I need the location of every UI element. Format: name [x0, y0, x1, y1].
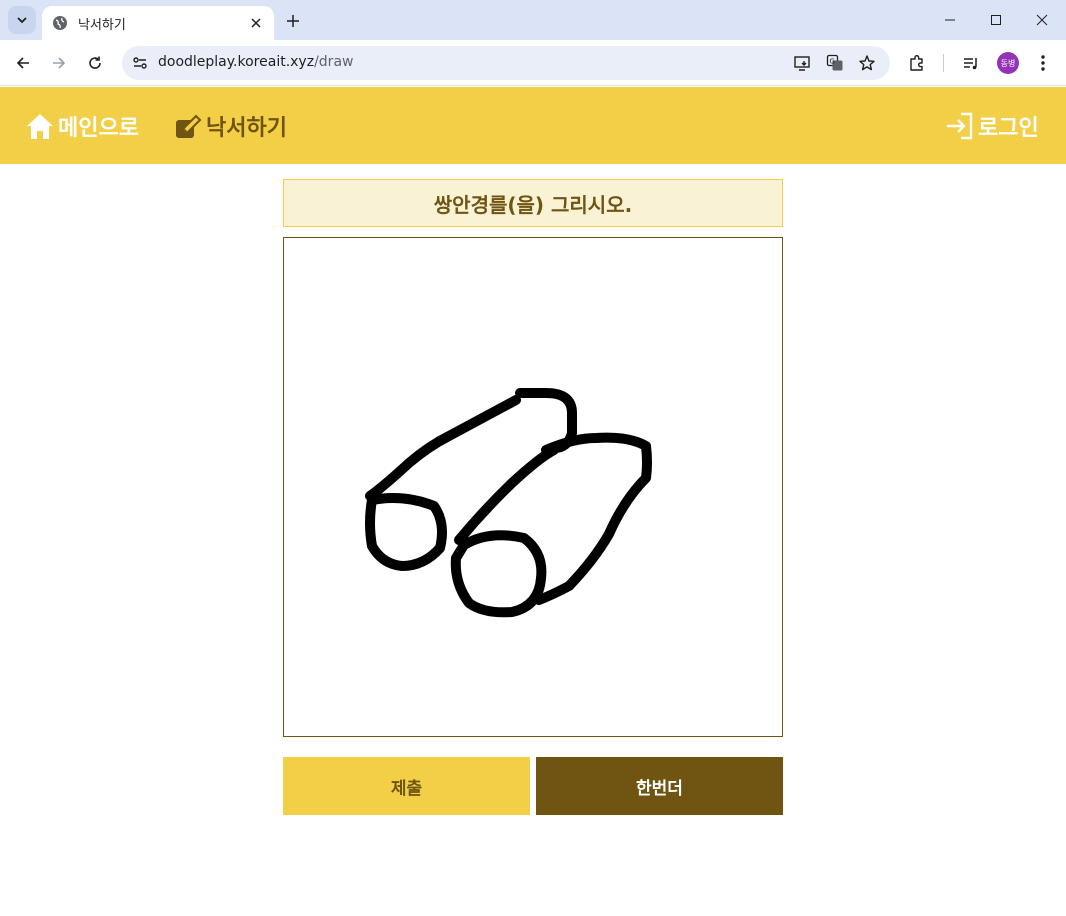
forward-arrow-icon[interactable]: [47, 51, 71, 75]
install-app-icon[interactable]: [792, 53, 812, 73]
url-host: doodleplay.koreait.xyz: [158, 54, 315, 70]
url-path: /draw: [314, 54, 354, 70]
drawing-prompt: 쌍안경를(을) 그리시오.: [283, 179, 783, 227]
browser-toolbar: doodleplay.koreait.xyz/draw G 동병: [0, 40, 1066, 86]
pencil-icon: [172, 110, 204, 142]
profile-avatar[interactable]: 동병: [997, 52, 1019, 74]
toolbar-divider: [943, 54, 944, 72]
globe-icon: [52, 15, 68, 31]
tab-search-button[interactable]: [8, 6, 36, 34]
maximize-icon[interactable]: [984, 8, 1008, 32]
url-text[interactable]: doodleplay.koreait.xyz/draw: [158, 54, 353, 70]
submit-button[interactable]: 제출: [283, 757, 530, 815]
address-bar[interactable]: doodleplay.koreait.xyz/draw G: [122, 46, 890, 80]
minimize-icon[interactable]: [938, 8, 962, 32]
profile-label: 동병: [1000, 58, 1016, 68]
back-arrow-icon[interactable]: [11, 51, 35, 75]
drawing-canvas[interactable]: [283, 237, 783, 737]
chevron-down-icon: [17, 17, 27, 24]
site-settings-icon[interactable]: [130, 53, 150, 73]
nav-login-link[interactable]: 로그인: [944, 110, 1039, 142]
bookmark-star-icon[interactable]: [857, 53, 877, 73]
translate-icon[interactable]: G: [825, 53, 845, 73]
reload-icon[interactable]: [83, 51, 107, 75]
extensions-puzzle-icon[interactable]: [905, 51, 929, 75]
close-tab-icon[interactable]: [248, 15, 264, 31]
nav-draw-label: 낙서하기: [206, 116, 287, 141]
site-header: 메인으로 낙서하기 로그인: [0, 87, 1066, 164]
close-window-icon[interactable]: [1030, 8, 1054, 32]
browser-tab-bar: 낙서하기: [0, 0, 1066, 40]
new-tab-plus-icon[interactable]: [282, 10, 304, 32]
media-playlist-icon[interactable]: [959, 51, 983, 75]
nav-home-label: 메인으로: [58, 116, 139, 141]
retry-button[interactable]: 한번더: [536, 757, 783, 815]
svg-text:G: G: [830, 58, 835, 66]
nav-login-label: 로그인: [978, 116, 1039, 141]
home-icon: [24, 110, 56, 142]
tab-title: 낙서하기: [78, 17, 126, 33]
login-icon: [944, 110, 976, 142]
nav-home-link[interactable]: 메인으로: [24, 110, 139, 142]
nav-draw-link[interactable]: 낙서하기: [172, 110, 287, 142]
browser-tab-active[interactable]: 낙서하기: [42, 6, 274, 40]
doodle-strokes: [365, 388, 652, 618]
more-menu-icon[interactable]: [1031, 51, 1055, 75]
